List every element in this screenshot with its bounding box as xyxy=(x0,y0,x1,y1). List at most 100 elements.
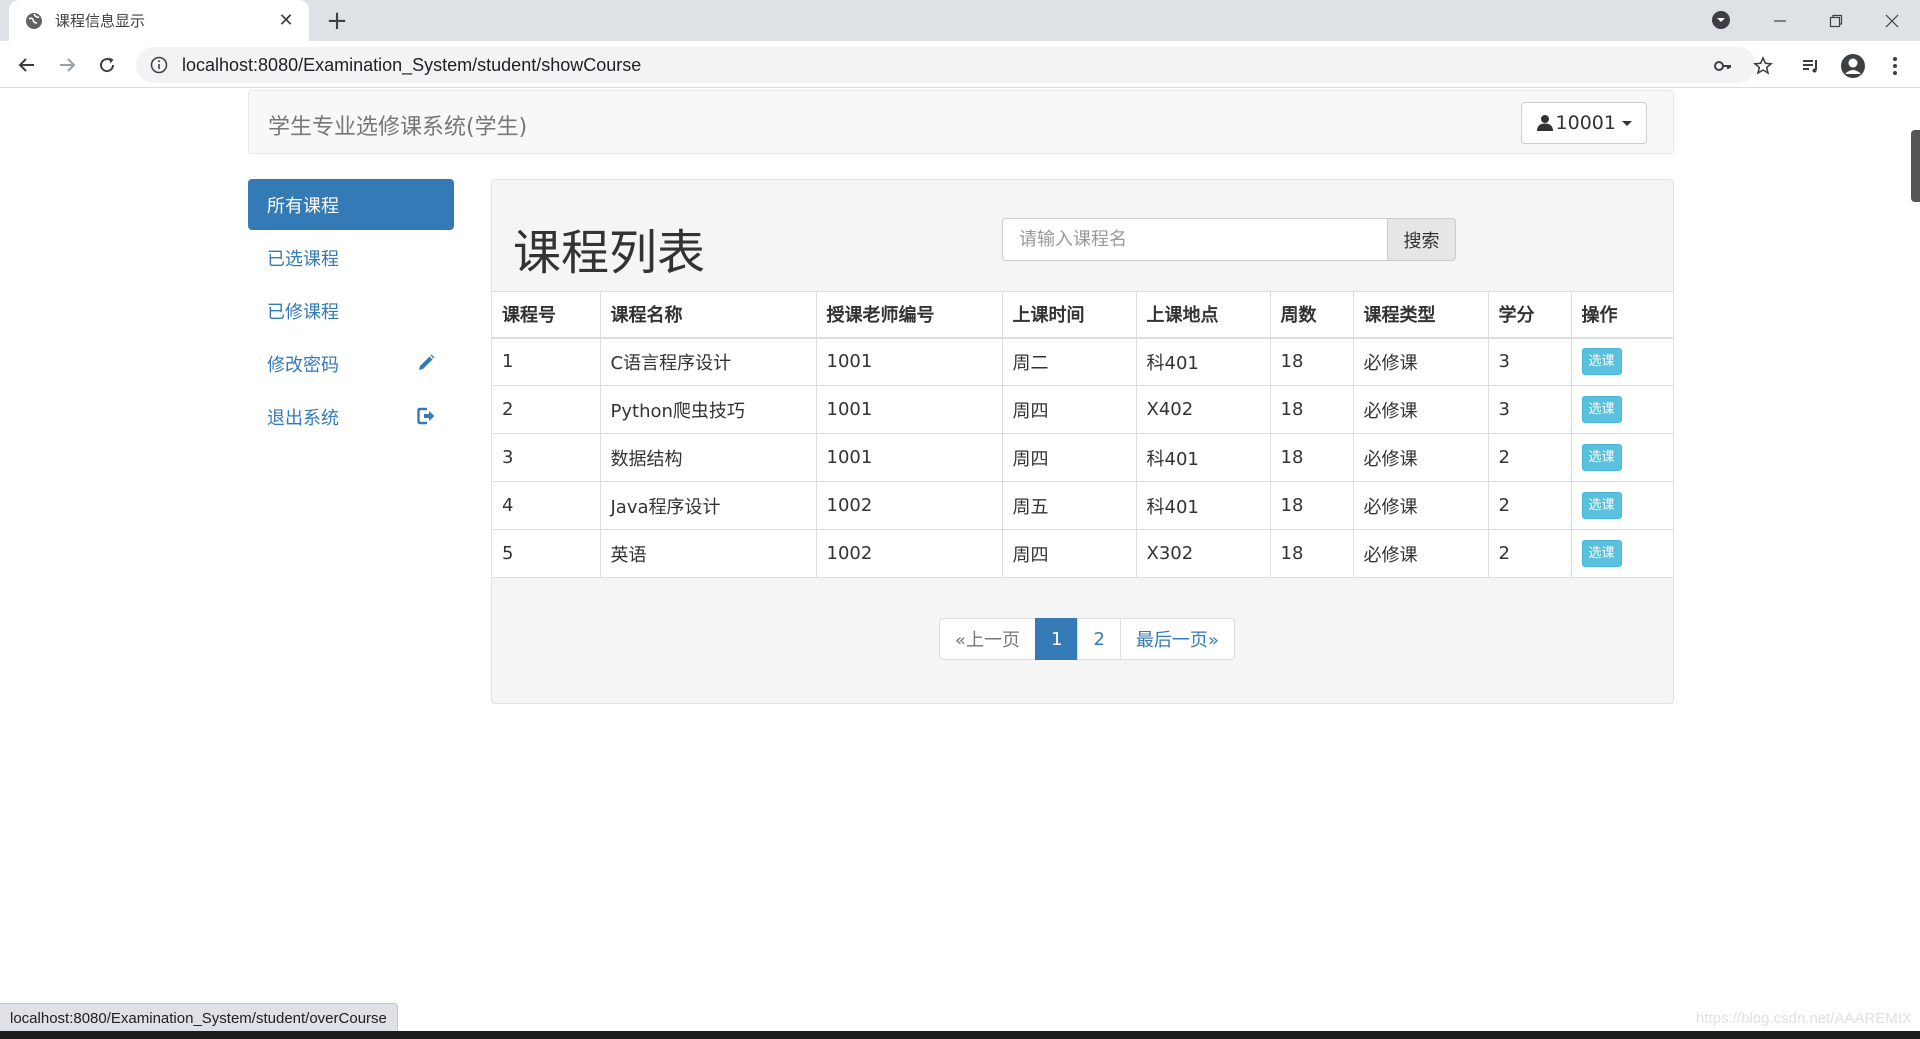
table-row: 2 Python爬虫技巧 1001 周四 X402 18 必修课 3 选课 xyxy=(492,385,1673,434)
column-header: 授课老师编号 xyxy=(815,291,1003,339)
cell-course-id: 1 xyxy=(492,337,601,386)
cell-course-type: 必修课 xyxy=(1352,337,1489,386)
cell-teacher-id: 1001 xyxy=(815,433,1003,482)
table-header-row: 课程号 课程名称 授课老师编号 上课时间 上课地点 周数 课程类型 学分 操作 xyxy=(492,291,1673,339)
cell-action: 选课 xyxy=(1570,481,1673,530)
pencil-icon xyxy=(416,353,438,375)
cell-action: 选课 xyxy=(1570,529,1673,578)
top-navbar: 学生专业选修课系统(学生) 10001 xyxy=(248,90,1674,154)
pagination-prev[interactable]: «上一页 xyxy=(939,618,1037,660)
cell-course-type: 必修课 xyxy=(1352,385,1489,434)
page-title: 课程列表 xyxy=(513,225,706,281)
new-tab-button[interactable]: + xyxy=(322,6,352,36)
browser-tab[interactable]: 课程信息显示 ✕ xyxy=(9,0,309,41)
cell-action: 选课 xyxy=(1570,385,1673,434)
caret-down-icon xyxy=(1622,120,1632,126)
cell-credits: 2 xyxy=(1487,529,1572,578)
status-bar-url: localhost:8080/Examination_System/studen… xyxy=(0,1003,398,1033)
table-row: 1 C语言程序设计 1001 周二 科401 18 必修课 3 选课 xyxy=(492,337,1673,386)
sidebar-item-logout[interactable]: 退出系统 xyxy=(248,391,454,442)
cell-classroom: X402 xyxy=(1135,385,1271,434)
cell-course-type: 必修课 xyxy=(1352,481,1489,530)
search-input[interactable] xyxy=(1002,218,1388,261)
bookmark-star-icon[interactable] xyxy=(1750,53,1776,79)
cell-teacher-id: 1001 xyxy=(815,337,1003,386)
table-row: 3 数据结构 1001 周四 科401 18 必修课 2 选课 xyxy=(492,433,1673,482)
select-course-button[interactable]: 选课 xyxy=(1581,492,1622,519)
pagination-last[interactable]: 最后一页» xyxy=(1119,618,1235,660)
close-icon[interactable]: ✕ xyxy=(275,10,297,32)
page-content: 学生专业选修课系统(学生) 10001 所有课程 已选课程 已修课程 修改密码 … xyxy=(0,88,1920,1039)
reload-icon[interactable] xyxy=(92,50,122,80)
key-icon[interactable] xyxy=(1710,53,1736,79)
table-row: 4 Java程序设计 1002 周五 科401 18 必修课 2 选课 xyxy=(492,481,1673,530)
sidebar-item-all-courses[interactable]: 所有课程 xyxy=(248,179,454,230)
column-header: 操作 xyxy=(1570,291,1673,339)
cell-course-id: 4 xyxy=(492,481,601,530)
sidebar-item-selected-courses[interactable]: 已选课程 xyxy=(248,232,454,283)
cell-course-id: 5 xyxy=(492,529,601,578)
pagination-page-2[interactable]: 2 xyxy=(1077,618,1121,660)
forward-icon[interactable] xyxy=(52,50,82,80)
cell-classroom: X302 xyxy=(1135,529,1271,578)
cell-action: 选课 xyxy=(1570,337,1673,386)
cell-credits: 3 xyxy=(1487,385,1572,434)
profile-avatar-icon[interactable] xyxy=(1840,53,1866,79)
back-icon[interactable] xyxy=(12,50,42,80)
cell-class-time: 周四 xyxy=(1001,385,1137,434)
select-course-button[interactable]: 选课 xyxy=(1581,348,1622,376)
sidebar-item-label: 已修课程 xyxy=(267,301,339,323)
column-header: 上课地点 xyxy=(1135,291,1271,339)
menu-kebab-icon[interactable] xyxy=(1882,53,1908,79)
select-course-button[interactable]: 选课 xyxy=(1581,540,1622,567)
cell-course-id: 3 xyxy=(492,433,601,482)
cell-course-name: 数据结构 xyxy=(599,433,817,482)
cell-course-name: Python爬虫技巧 xyxy=(599,385,817,434)
restore-icon[interactable] xyxy=(1808,0,1864,41)
sidebar-item-change-password[interactable]: 修改密码 xyxy=(248,338,454,389)
cell-weeks: 18 xyxy=(1269,481,1354,530)
cell-teacher-id: 1001 xyxy=(815,385,1003,434)
info-icon[interactable] xyxy=(150,56,168,74)
column-header: 周数 xyxy=(1269,291,1354,339)
pagination: «上一页 1 2 最后一页» xyxy=(939,618,1235,660)
pagination-page-1[interactable]: 1 xyxy=(1035,618,1079,660)
cell-course-id: 2 xyxy=(492,385,601,434)
search-button[interactable]: 搜索 xyxy=(1388,218,1456,261)
cell-weeks: 18 xyxy=(1269,385,1354,434)
cell-course-name: 英语 xyxy=(599,529,817,578)
media-control-icon[interactable] xyxy=(1798,53,1824,79)
taskbar-strip xyxy=(0,1031,1920,1039)
tab-search-icon[interactable] xyxy=(1710,9,1732,31)
user-id: 10001 xyxy=(1555,112,1616,134)
cell-classroom: 科401 xyxy=(1135,481,1271,530)
tab-title: 课程信息显示 xyxy=(55,12,146,30)
brand-title[interactable]: 学生专业选修课系统(学生) xyxy=(268,109,527,141)
select-course-button[interactable]: 选课 xyxy=(1581,444,1622,471)
cell-class-time: 周四 xyxy=(1001,529,1137,578)
sidebar-item-completed-courses[interactable]: 已修课程 xyxy=(248,285,454,336)
cell-weeks: 18 xyxy=(1269,337,1354,386)
address-bar[interactable]: localhost:8080/Examination_System/studen… xyxy=(136,47,1756,83)
sidebar-item-label: 修改密码 xyxy=(267,354,339,376)
cell-course-name: Java程序设计 xyxy=(599,481,817,530)
course-table: 课程号 课程名称 授课老师编号 上课时间 上课地点 周数 课程类型 学分 操作 … xyxy=(492,291,1673,578)
sidebar-item-label: 退出系统 xyxy=(267,407,339,429)
cell-class-time: 周二 xyxy=(1001,337,1137,386)
watermark: https://blog.csdn.net/AAAREMIX xyxy=(1696,1010,1912,1027)
cell-teacher-id: 1002 xyxy=(815,481,1003,530)
cell-credits: 2 xyxy=(1487,481,1572,530)
side-panel-handle[interactable] xyxy=(1911,130,1920,202)
cell-classroom: 科401 xyxy=(1135,433,1271,482)
select-course-button[interactable]: 选课 xyxy=(1581,396,1622,423)
cell-credits: 2 xyxy=(1487,433,1572,482)
minimize-icon[interactable] xyxy=(1752,0,1808,41)
user-icon xyxy=(1536,114,1554,132)
column-header: 课程号 xyxy=(492,291,601,339)
cell-course-name: C语言程序设计 xyxy=(599,337,817,386)
globe-icon xyxy=(25,12,43,30)
close-window-icon[interactable] xyxy=(1864,0,1920,41)
user-dropdown-button[interactable]: 10001 xyxy=(1520,102,1647,144)
browser-tab-strip: 课程信息显示 ✕ + xyxy=(0,0,1920,41)
browser-toolbar: localhost:8080/Examination_System/studen… xyxy=(0,41,1920,88)
